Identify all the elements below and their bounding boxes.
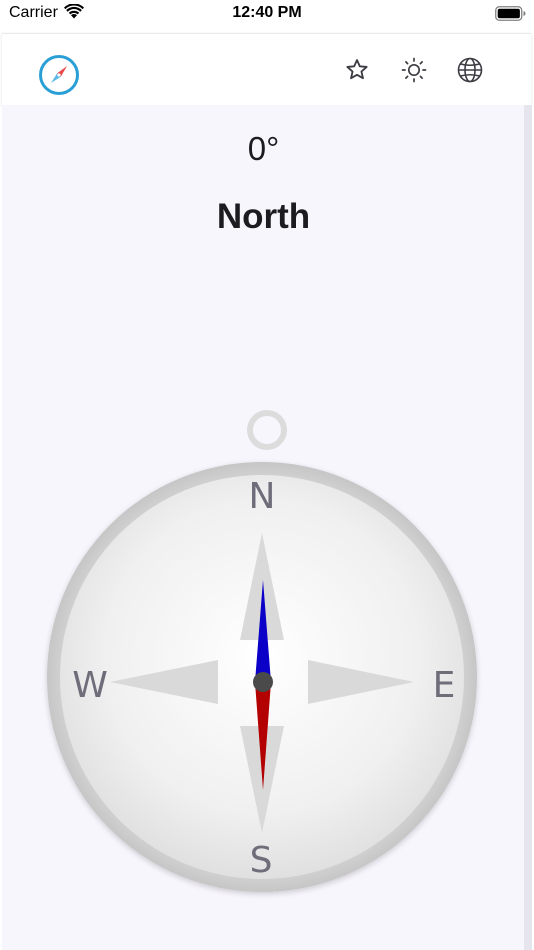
cardinal-north: N xyxy=(249,476,276,517)
compass-dial: N S W E xyxy=(47,410,477,892)
cardinal-east: E xyxy=(433,665,456,706)
needle-hub xyxy=(253,672,273,692)
cardinal-west: W xyxy=(72,665,108,706)
compass-ring-icon xyxy=(247,410,287,450)
cardinal-south: S xyxy=(250,840,273,881)
app-screen: Carrier 12:40 PM 0° North N S W E xyxy=(0,0,534,950)
